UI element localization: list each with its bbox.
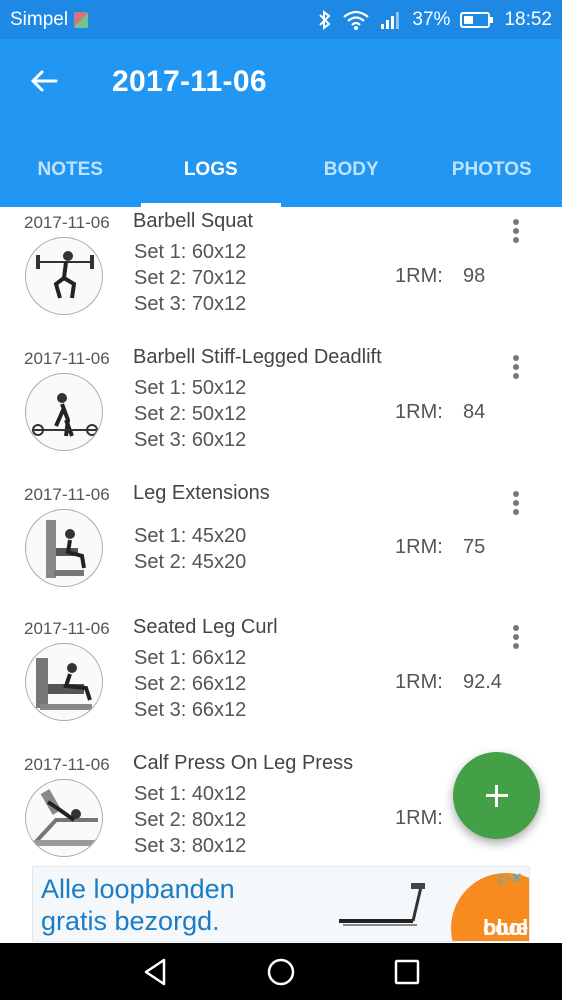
one-rm-value: 92.4 bbox=[463, 671, 502, 693]
entry-date: 2017-11-06 bbox=[24, 213, 110, 232]
set-line: Set 3: 80x12 bbox=[134, 835, 247, 857]
overflow-menu-icon[interactable] bbox=[504, 489, 528, 519]
set-line: Set 2: 80x12 bbox=[134, 809, 247, 831]
set-line: Set 2: 66x12 bbox=[134, 673, 247, 695]
wifi-icon bbox=[343, 10, 370, 30]
set-list: Set 1: 60x12 Set 2: 70x12 Set 3: 70x12 bbox=[134, 239, 246, 317]
exercise-name: Barbell Stiff-Legged Deadlift bbox=[133, 346, 382, 368]
set-list: Set 1: 66x12 Set 2: 66x12 Set 3: 66x12 bbox=[134, 645, 246, 723]
one-rm-label: 1RM: bbox=[395, 536, 443, 558]
ad-choices-icon[interactable]: ▷✕ bbox=[499, 869, 523, 887]
log-entry[interactable]: 2017-11-06 Barbell Squat Set 1: 60x12 Se… bbox=[0, 207, 562, 343]
log-entry[interactable]: 2017-11-06 Barbell Stiff-Legged Deadlift… bbox=[0, 343, 562, 479]
one-rm-label: 1RM: bbox=[395, 671, 443, 693]
overflow-menu-icon[interactable] bbox=[504, 217, 528, 247]
bluetooth-icon bbox=[319, 9, 331, 30]
set-line: Set 3: 70x12 bbox=[134, 293, 247, 315]
one-rm-value: 75 bbox=[463, 536, 486, 558]
one-rm-label: 1RM: bbox=[395, 265, 443, 287]
page-title: 2017-11-06 bbox=[112, 65, 267, 98]
home-circle-icon[interactable] bbox=[266, 957, 296, 987]
entry-date: 2017-11-06 bbox=[24, 349, 110, 368]
entry-date: 2017-11-06 bbox=[24, 755, 110, 774]
set-line: Set 1: 40x12 bbox=[134, 783, 247, 805]
set-line: Set 3: 66x12 bbox=[134, 699, 247, 721]
set-line: Set 1: 60x12 bbox=[134, 241, 247, 263]
exercise-name: Calf Press On Leg Press bbox=[133, 752, 354, 774]
set-line: Set 1: 45x20 bbox=[134, 525, 247, 547]
one-rm-value: 98 bbox=[463, 265, 486, 287]
back-arrow-icon[interactable] bbox=[28, 65, 60, 97]
entry-date: 2017-11-06 bbox=[24, 619, 110, 638]
treadmill-icon bbox=[339, 883, 425, 926]
set-line: Set 2: 45x20 bbox=[134, 551, 247, 573]
leg-curl-machine-icon bbox=[25, 643, 103, 721]
system-nav-bar bbox=[0, 943, 562, 1000]
exercise-name: Seated Leg Curl bbox=[133, 616, 278, 638]
set-line: Set 2: 50x12 bbox=[134, 403, 247, 425]
carrier-name: Simpel bbox=[10, 8, 69, 30]
set-list: Set 1: 40x12 Set 2: 80x12 Set 3: 80x12 bbox=[134, 781, 246, 859]
exercise-name: Barbell Squat bbox=[133, 210, 254, 232]
battery-percent: 37% bbox=[412, 8, 451, 30]
back-triangle-icon[interactable] bbox=[140, 957, 170, 987]
app-bar: 2017-11-06 NOTES LOGS BODY PHOTOS bbox=[0, 39, 562, 207]
set-line: Set 1: 50x12 bbox=[134, 377, 247, 399]
signal-icon bbox=[381, 11, 400, 29]
add-exercise-button[interactable] bbox=[453, 752, 540, 839]
one-rm-value: 84 bbox=[463, 401, 486, 423]
leg-extension-machine-icon bbox=[25, 509, 103, 587]
ad-headline: Alle loopbanden gratis bezorgd. bbox=[41, 873, 235, 937]
ad-headline-line: gratis bezorgd. bbox=[41, 906, 220, 936]
overflow-menu-icon[interactable] bbox=[504, 353, 528, 383]
entry-date: 2017-11-06 bbox=[24, 485, 110, 504]
log-entry[interactable]: 2017-11-06 Seated Leg Curl Set 1: 66x12 … bbox=[0, 613, 562, 749]
deadlift-icon bbox=[25, 373, 103, 451]
set-line: Set 2: 70x12 bbox=[134, 267, 247, 289]
set-line: Set 1: 66x12 bbox=[134, 647, 247, 669]
ad-headline-line: Alle loopbanden bbox=[41, 874, 235, 904]
set-line: Set 3: 60x12 bbox=[134, 429, 247, 451]
leg-press-machine-icon bbox=[25, 779, 103, 857]
ad-banner[interactable]: Alle loopbanden gratis bezorgd. cool blue… bbox=[32, 866, 530, 942]
battery-icon bbox=[460, 11, 494, 28]
tab-body[interactable]: BODY bbox=[281, 147, 422, 207]
overflow-menu-icon[interactable] bbox=[504, 623, 528, 653]
barbell-squat-icon bbox=[25, 237, 103, 315]
tab-photos[interactable]: PHOTOS bbox=[422, 147, 562, 207]
set-list: Set 1: 45x20 Set 2: 45x20 bbox=[134, 523, 246, 575]
exercise-name: Leg Extensions bbox=[133, 482, 270, 504]
set-list: Set 1: 50x12 Set 2: 50x12 Set 3: 60x12 bbox=[134, 375, 246, 453]
sim-icon bbox=[74, 11, 89, 28]
tab-logs[interactable]: LOGS bbox=[140, 147, 282, 207]
log-entry[interactable]: 2017-11-06 Leg Extensions Set 1: 45x20 S… bbox=[0, 479, 562, 615]
logo-text: blue bbox=[483, 915, 529, 940]
recents-square-icon[interactable] bbox=[392, 957, 422, 987]
status-bar: Simpel 37% 18:52 bbox=[0, 0, 562, 39]
one-rm-label: 1RM: bbox=[395, 807, 443, 829]
tab-notes[interactable]: NOTES bbox=[0, 147, 141, 207]
tab-bar: NOTES LOGS BODY PHOTOS bbox=[0, 147, 562, 207]
one-rm-label: 1RM: bbox=[395, 401, 443, 423]
clock: 18:52 bbox=[504, 8, 552, 30]
